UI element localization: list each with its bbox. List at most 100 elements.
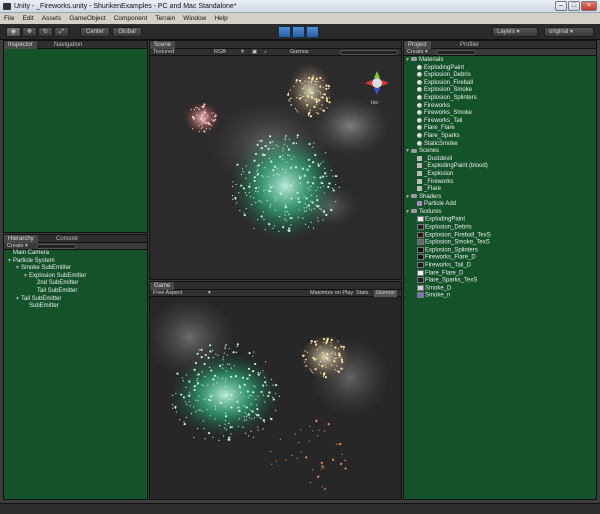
scene-viewport[interactable]: Iso [150, 56, 401, 279]
hierarchy-item[interactable]: ▼Explosion SubEmitter [4, 273, 147, 281]
tab-game[interactable]: Game [150, 282, 175, 290]
project-asset[interactable]: _Flare [404, 186, 596, 194]
project-asset[interactable]: Fireworks_Flare_D [404, 254, 596, 262]
layout-dropdown[interactable]: original ▾ [544, 27, 594, 37]
menu-help[interactable]: Help [210, 13, 231, 24]
tab-console[interactable]: Console [52, 235, 82, 243]
maximize-icon[interactable]: □ [568, 1, 580, 11]
project-asset[interactable]: _ExplodingPaint (blood) [404, 163, 596, 171]
pivot-center-button[interactable]: Center [80, 27, 110, 37]
project-asset[interactable]: Explosion_Smoke [404, 87, 596, 95]
hierarchy-create-button[interactable]: Create [7, 243, 24, 249]
pivot-global-button[interactable]: Global [112, 27, 142, 37]
game-viewport[interactable] [150, 297, 401, 499]
hierarchy-item[interactable]: SubEmitter [4, 303, 147, 311]
menu-component[interactable]: Component [110, 13, 152, 24]
hierarchy-item[interactable]: 2nd SubEmitter [4, 280, 147, 288]
rgb-dropdown[interactable]: RGB [214, 49, 226, 56]
tab-inspector[interactable]: Inspector [4, 41, 37, 49]
spark-particle [226, 370, 228, 372]
scene-fx-icon[interactable]: ▣ [252, 49, 257, 56]
hierarchy-item[interactable]: ▼Smoke SubEmitter [4, 265, 147, 273]
menu-assets[interactable]: Assets [38, 13, 66, 24]
menu-file[interactable]: File [0, 13, 18, 24]
project-asset[interactable]: Explosion_Fireball_TexS [404, 231, 596, 240]
project-asset[interactable]: Smoke_D [404, 284, 596, 293]
scene-lighting-icon[interactable]: ☀ [240, 49, 245, 56]
project-asset[interactable]: Explosion_Splinters [404, 94, 596, 103]
play-icon[interactable] [278, 26, 291, 38]
spark-particle [331, 364, 333, 366]
project-asset[interactable]: Fireworks_Tail [404, 117, 596, 126]
project-asset[interactable]: Flare_Flare_D [404, 269, 596, 278]
spark-particle [303, 87, 305, 89]
hierarchy-item[interactable]: Main Camera [4, 250, 147, 258]
spark-particle [284, 135, 287, 137]
hand-tool-icon[interactable]: ◉ [6, 27, 21, 37]
hierarchy-item[interactable]: ▼Tail SubEmitter [4, 296, 147, 304]
project-asset[interactable]: ExplodingPaint [404, 216, 596, 224]
project-asset[interactable]: ExplodingPaint [404, 64, 596, 73]
project-asset[interactable]: Fireworks_Smoke [404, 110, 596, 118]
project-asset[interactable]: Explosion_Debris [404, 224, 596, 232]
menu-terrain[interactable]: Terrain [151, 13, 179, 24]
project-create-button[interactable]: Create [407, 49, 424, 55]
hierarchy-search-input[interactable] [36, 244, 76, 249]
shading-mode-dropdown[interactable]: Textured [153, 49, 174, 55]
move-tool-icon[interactable]: ✥ [22, 27, 37, 37]
project-asset[interactable]: _Dustdevil [404, 155, 596, 164]
project-asset[interactable]: Particle Add [404, 201, 596, 209]
project-asset[interactable]: Fireworks_Tail_D [404, 262, 596, 270]
tab-scene[interactable]: Scene [150, 41, 176, 49]
close-icon[interactable]: × [581, 1, 597, 11]
game-gizmos-button[interactable]: Gizmos [374, 290, 397, 297]
project-asset[interactable]: Explosion_Fireball [404, 79, 596, 88]
project-asset[interactable]: Fireworks [404, 102, 596, 111]
project-asset[interactable]: Flare_Flare [404, 125, 596, 133]
project-folder[interactable]: ▼ Materials [404, 57, 596, 65]
tab-profiler[interactable]: Profiler [456, 41, 483, 49]
project-asset[interactable]: Explosion_Smoke_TexS [404, 239, 596, 247]
project-asset[interactable]: Flare_Sparks_TexS [404, 277, 596, 285]
project-asset[interactable]: Flare_Sparks [404, 132, 596, 141]
hierarchy-item[interactable]: Tail SubEmitter [4, 288, 147, 296]
project-asset[interactable]: _Explosion [404, 170, 596, 179]
tab-navigation[interactable]: Navigation [50, 41, 86, 49]
maximize-on-play-button[interactable]: Maximize on Play [310, 290, 353, 297]
project-folder[interactable]: ▼ Scenes [404, 148, 596, 156]
hierarchy-item[interactable]: ▼Particle System [4, 258, 147, 266]
menu-window[interactable]: Window [179, 13, 210, 24]
stats-button[interactable]: Stats [356, 290, 369, 297]
menu-edit[interactable]: Edit [18, 13, 37, 24]
pause-icon[interactable] [292, 26, 305, 38]
spark-particle [203, 130, 206, 133]
spark-particle [296, 136, 298, 138]
tab-project[interactable]: Project [404, 41, 431, 49]
folder-icon [411, 194, 417, 199]
spark-particle [315, 98, 318, 101]
scene-audio-icon[interactable]: ♪ [264, 49, 267, 56]
project-asset[interactable]: Smoke_n [404, 292, 596, 300]
aspect-dropdown[interactable]: Free Aspect [153, 290, 182, 296]
spark-particle [294, 107, 297, 110]
rotate-tool-icon[interactable]: ↻ [38, 27, 53, 37]
menu-gameobject[interactable]: GameObject [65, 13, 110, 24]
project-asset[interactable]: StaticSmoke [404, 140, 596, 149]
scale-tool-icon[interactable]: ⤢ [54, 27, 69, 37]
spark-particle [270, 378, 273, 381]
project-asset[interactable]: Explosion_Splinters [404, 246, 596, 255]
tab-hierarchy[interactable]: Hierarchy [4, 235, 38, 243]
layers-dropdown[interactable]: Layers ▾ [492, 27, 538, 37]
project-asset[interactable]: _Fireworks [404, 178, 596, 187]
step-icon[interactable] [306, 26, 319, 38]
project-search-input[interactable] [436, 50, 476, 55]
project-folder[interactable]: ▼ Shaders [404, 194, 596, 202]
project-asset[interactable]: Explosion_Debris [404, 72, 596, 80]
spark-particle [302, 217, 304, 219]
minimize-icon[interactable]: – [555, 1, 567, 11]
scene-gizmos-dropdown[interactable]: Gizmos [290, 49, 309, 56]
project-folder[interactable]: ▼ Textures [404, 209, 596, 217]
aspect-arrow-icon[interactable]: ▾ [208, 290, 211, 297]
spark-particle [302, 354, 305, 357]
scene-search-input[interactable] [340, 50, 398, 55]
